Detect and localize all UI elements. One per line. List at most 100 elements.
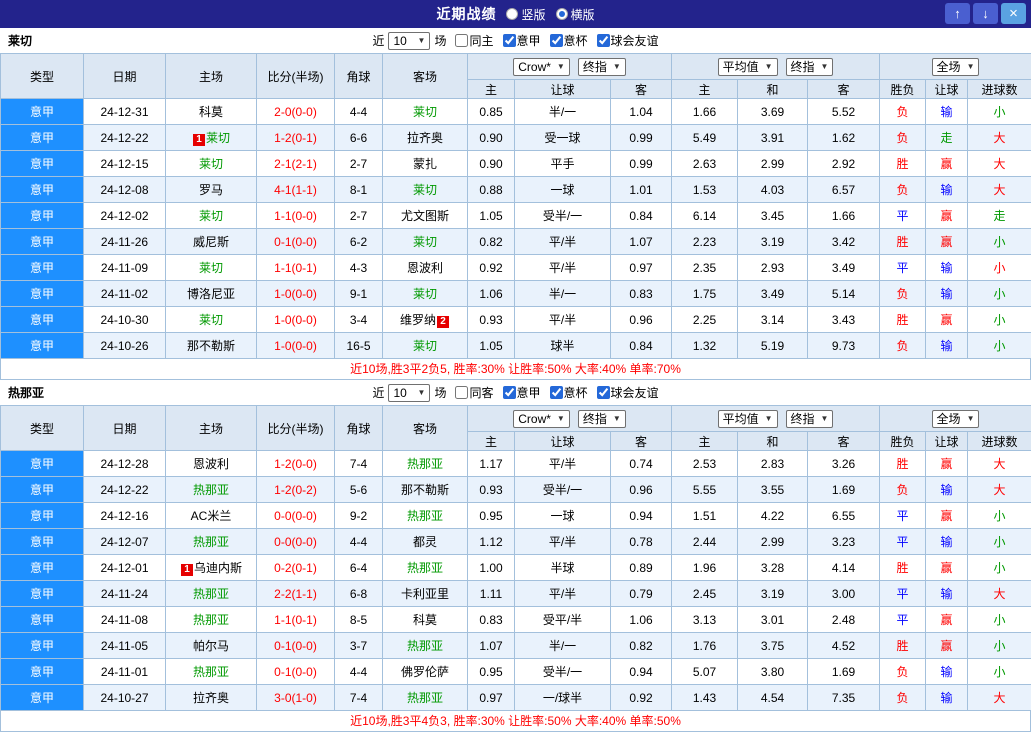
team-link[interactable]: 佛罗伦萨 [401,665,449,679]
euro-bookmaker-select[interactable]: 平均值 ▼ [717,57,778,76]
team-link[interactable]: 博洛尼亚 [187,287,235,301]
team-link[interactable]: 莱切 [199,209,223,223]
team-link[interactable]: 热那亚 [193,535,229,549]
league-cell[interactable]: 意甲 [0,580,84,607]
asia-handicap-cell: 平/半 [514,228,611,255]
team-link[interactable]: 莱切 [413,339,437,353]
euro-time-select[interactable]: 终指 ▼ [785,57,834,76]
scroll-up-button[interactable]: ↑ [945,3,970,24]
league-cell[interactable]: 意甲 [0,684,84,711]
team-link[interactable]: 那不勒斯 [187,339,235,353]
league-cell[interactable]: 意甲 [0,202,84,229]
euro-away-odds-cell: 1.69 [806,476,881,503]
league-cell[interactable]: 意甲 [0,502,84,529]
cup-checkbox[interactable] [549,386,563,399]
asia-bookmaker-select[interactable]: Crow* ▼ [513,409,570,428]
away-team-cell: 蒙扎 [382,150,468,177]
league-cell[interactable]: 意甲 [0,332,84,359]
league-cell[interactable]: 意甲 [0,528,84,555]
euro-bookmaker-select[interactable]: 平均值 ▼ [717,409,778,428]
friendly-checkbox[interactable] [596,386,610,399]
team-link[interactable]: 卡利亚里 [401,587,449,601]
team-link[interactable]: 尤文图斯 [401,209,449,223]
team-link[interactable]: 热那亚 [193,483,229,497]
team-link[interactable]: 威尼斯 [193,235,229,249]
team-link[interactable]: 帕尔马 [193,639,229,653]
cup-filter[interactable]: 意杯 [549,384,588,401]
team-link[interactable]: 热那亚 [407,509,443,523]
team-link[interactable]: 热那亚 [407,691,443,705]
team-link[interactable]: 热那亚 [193,613,229,627]
scope-select[interactable]: 全场 ▼ [931,57,980,76]
league-checkbox[interactable] [502,386,516,399]
team-link[interactable]: 罗马 [199,183,223,197]
team-link[interactable]: 莱切 [206,131,230,145]
team-link[interactable]: 莱切 [199,157,223,171]
asia-time-select[interactable]: 终指 ▼ [577,409,626,428]
team-link[interactable]: 都灵 [413,535,437,549]
same-venue-checkbox[interactable] [455,34,469,47]
team-link[interactable]: 莱切 [199,261,223,275]
league-filter[interactable]: 意甲 [502,32,541,49]
league-cell[interactable]: 意甲 [0,476,84,503]
league-cell[interactable]: 意甲 [0,658,84,685]
league-cell[interactable]: 意甲 [0,450,84,477]
team-link[interactable]: 热那亚 [407,639,443,653]
league-cell[interactable]: 意甲 [0,606,84,633]
team-link[interactable]: 莱切 [413,287,437,301]
league-cell[interactable]: 意甲 [0,150,84,177]
team-link[interactable]: 莱切 [413,105,437,119]
match-row: 意甲 24-12-02 莱切 1-1(0-0) 2-7 尤文图斯 1.05 受半/一 0.84 6… [0,202,1031,229]
away-team-cell: 科莫 [382,606,468,633]
league-cell[interactable]: 意甲 [0,228,84,255]
match-count-select[interactable]: 10 ▼ [388,383,431,402]
team-link[interactable]: 拉齐奥 [407,131,443,145]
scroll-down-button[interactable]: ↓ [973,3,998,24]
same-venue-filter[interactable]: 同主 [455,32,494,49]
team-link[interactable]: 恩波利 [193,457,229,471]
team-link[interactable]: 莱切 [199,313,223,327]
team-link[interactable]: 拉齐奥 [193,691,229,705]
team-link[interactable]: 热那亚 [407,561,443,575]
same-venue-checkbox[interactable] [455,386,469,399]
euro-time-select[interactable]: 终指 ▼ [785,409,834,428]
team-link[interactable]: 科莫 [413,613,437,627]
league-cell[interactable]: 意甲 [0,280,84,307]
team-link[interactable]: 莱切 [413,235,437,249]
league-cell[interactable]: 意甲 [0,306,84,333]
team-link[interactable]: 莱切 [413,183,437,197]
league-cell[interactable]: 意甲 [0,632,84,659]
league-filter[interactable]: 意甲 [502,384,541,401]
league-cell[interactable]: 意甲 [0,124,84,151]
asia-bookmaker-select[interactable]: Crow* ▼ [513,57,570,76]
date-cell: 24-12-22 [83,124,166,151]
team-link[interactable]: 科莫 [199,105,223,119]
cup-checkbox[interactable] [549,34,563,47]
team-link[interactable]: AC米兰 [191,509,232,523]
layout-horizontal-radio[interactable]: 横版 [555,6,595,23]
same-venue-filter[interactable]: 同客 [455,384,494,401]
league-cell[interactable]: 意甲 [0,98,84,125]
team-link[interactable]: 热那亚 [193,587,229,601]
team-link[interactable]: 热那亚 [407,457,443,471]
match-count-select[interactable]: 10 ▼ [388,31,431,50]
asia-time-select[interactable]: 终指 ▼ [577,57,626,76]
friendly-checkbox[interactable] [596,34,610,47]
league-cell[interactable]: 意甲 [0,176,84,203]
friendly-filter[interactable]: 球会友谊 [596,384,659,401]
team-link[interactable]: 乌迪内斯 [194,561,242,575]
team-link[interactable]: 热那亚 [193,665,229,679]
cup-filter[interactable]: 意杯 [549,32,588,49]
layout-vertical-radio[interactable]: 竖版 [506,6,546,23]
close-button[interactable]: × [1001,3,1026,24]
league-cell[interactable]: 意甲 [0,254,84,281]
scope-select[interactable]: 全场 ▼ [931,409,980,428]
chevron-down-icon: ▼ [820,62,829,71]
team-link[interactable]: 恩波利 [407,261,443,275]
team-link[interactable]: 蒙扎 [413,157,437,171]
team-link[interactable]: 那不勒斯 [401,483,449,497]
league-cell[interactable]: 意甲 [0,554,84,581]
team-link[interactable]: 维罗纳 [400,313,436,327]
league-checkbox[interactable] [502,34,516,47]
friendly-filter[interactable]: 球会友谊 [596,32,659,49]
